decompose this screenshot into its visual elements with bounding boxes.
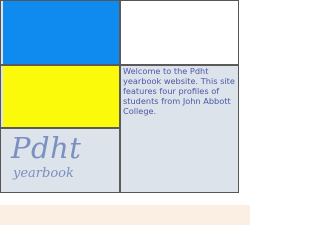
logo-title: Pdht bbox=[11, 131, 82, 165]
logo-subtitle: yearbook bbox=[13, 166, 74, 181]
yellow-panel bbox=[3, 66, 119, 127]
layout-grid: Welcome to the Pdht yearbook website. Th… bbox=[0, 0, 239, 193]
welcome-text: Welcome to the Pdht yearbook website. Th… bbox=[123, 66, 235, 116]
horizontal-divider-top bbox=[1, 64, 238, 66]
white-panel bbox=[121, 1, 238, 64]
blue-panel bbox=[3, 1, 119, 64]
vertical-divider bbox=[119, 1, 121, 192]
horizontal-divider-bottom bbox=[1, 127, 119, 129]
logo-panel: Pdht yearbook bbox=[3, 129, 119, 192]
footer-band bbox=[0, 205, 250, 225]
intro-panel: Welcome to the Pdht yearbook website. Th… bbox=[121, 66, 238, 192]
